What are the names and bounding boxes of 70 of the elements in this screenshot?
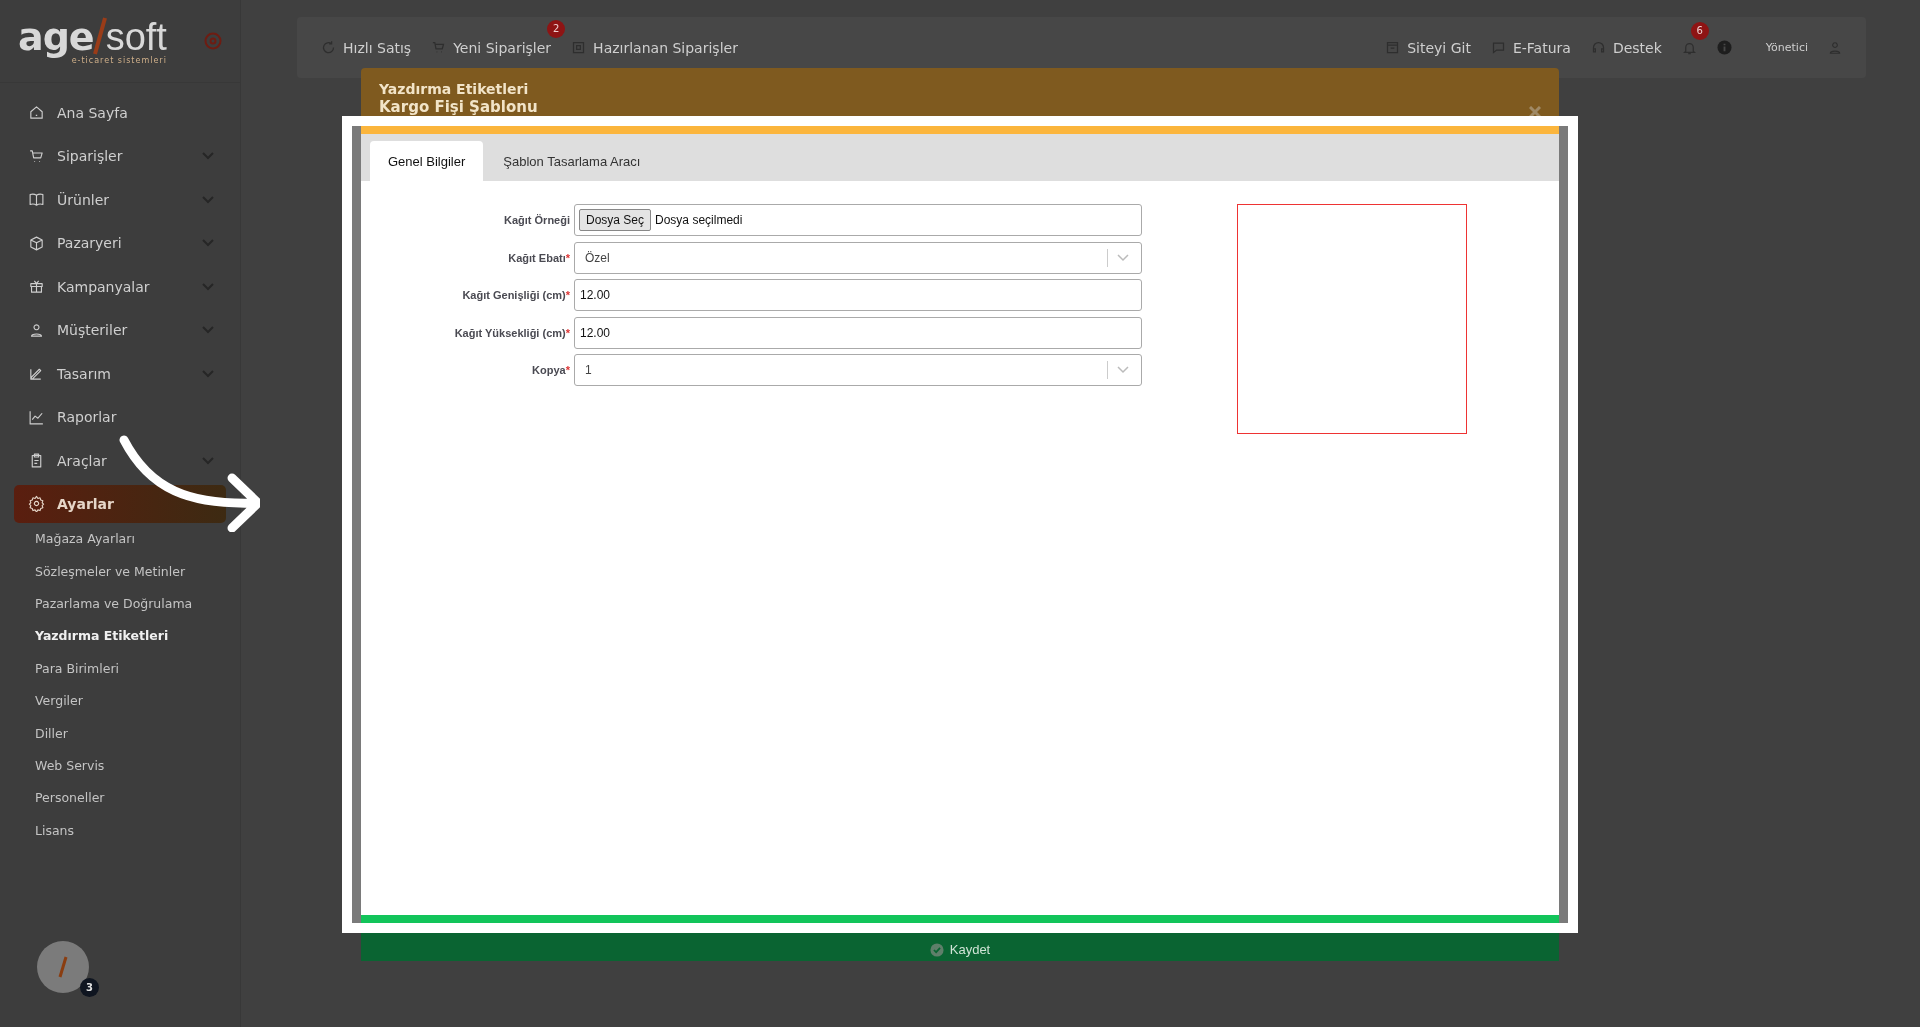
field-label: Kopya*	[531, 364, 570, 376]
chat-icon	[1490, 40, 1506, 55]
home-icon	[28, 104, 45, 122]
info-icon[interactable]	[1716, 40, 1732, 55]
sidebar-item[interactable]: Tasarım	[14, 352, 226, 396]
book-icon	[28, 191, 45, 209]
submenu-item[interactable]: Para Birimleri	[14, 652, 226, 685]
chart-icon	[28, 408, 45, 426]
link-label: E-Fatura	[1512, 39, 1571, 56]
sidebar-item[interactable]: Müşteriler	[14, 308, 226, 352]
count-badge: 3	[80, 978, 99, 997]
input-field[interactable]: 12.00	[574, 279, 1142, 311]
sidebar-item[interactable]: Kampanyalar	[14, 265, 226, 309]
modal-subtitle: Kargo Fişi Şablonu	[379, 98, 538, 117]
top-link[interactable]: Siteyi Git	[1385, 39, 1471, 56]
top-link[interactable]: Destek	[1590, 39, 1662, 56]
select-field[interactable]: Özel	[574, 241, 1142, 274]
logo[interactable]: age soft e-ticaret sistemleri	[18, 16, 167, 66]
link-label: Yeni Siparişler	[453, 39, 552, 56]
save-button[interactable]: Kaydet	[923, 940, 997, 959]
submenu-item[interactable]: Pazarlama ve Doğrulama	[14, 587, 226, 620]
chevron-icon	[1117, 366, 1129, 374]
tab[interactable]: Genel Bilgiler	[370, 141, 484, 181]
count-badge: 2	[547, 19, 566, 38]
field-label: Kağıt Yüksekliği (cm)*	[453, 326, 570, 339]
link-label: Destek	[1612, 39, 1662, 56]
cart-icon	[28, 147, 45, 165]
box-icon	[28, 234, 45, 252]
user-name[interactable]: Yönetici	[1765, 41, 1808, 54]
box-icon	[571, 40, 587, 55]
sidebar-item[interactable]: Siparişler	[14, 134, 226, 178]
sidebar-item[interactable]: Araçlar	[14, 439, 226, 483]
user-icon[interactable]	[1828, 39, 1842, 56]
cart-icon	[431, 40, 447, 55]
field-label: Kağıt Örneği	[503, 214, 570, 226]
sidebar-item[interactable]: Ayarlar	[14, 484, 226, 523]
field-label: Kağıt Ebatı*	[507, 251, 570, 264]
check-icon	[929, 942, 944, 957]
file-field[interactable]: Dosya Seç Dosya seçilmedi	[574, 204, 1142, 236]
submenu-item[interactable]: Personeller	[14, 781, 226, 814]
chevron-icon	[1117, 253, 1129, 262]
submenu-item[interactable]: Lisans	[14, 814, 226, 847]
top-link[interactable]: Hızlı Satış	[321, 39, 412, 56]
submenu-item[interactable]: Mağaza Ayarları	[14, 522, 226, 555]
gift-icon	[28, 278, 45, 296]
sidebar-item[interactable]: Raporlar	[14, 395, 226, 439]
submenu-item[interactable]: Yazdırma Etiketleri	[14, 619, 226, 653]
input-field[interactable]: 12.00	[574, 316, 1142, 349]
refresh-icon	[321, 40, 336, 55]
modal-title: Yazdırma Etiketleri	[379, 80, 530, 98]
submenu-item[interactable]: Web Servis	[14, 749, 226, 782]
target-icon[interactable]	[204, 32, 222, 50]
user-icon	[28, 321, 45, 339]
select-field[interactable]: 1	[574, 354, 1142, 386]
window-icon	[1385, 40, 1401, 55]
submenu-item[interactable]: Sözleşmeler ve Metinler	[14, 554, 226, 588]
sidebar-item[interactable]: Pazaryeri	[14, 221, 226, 265]
link-label: Siteyi Git	[1407, 39, 1471, 56]
top-link[interactable]: E-Fatura	[1490, 39, 1571, 56]
submenu-item[interactable]: Vergiler	[14, 684, 226, 717]
close-icon[interactable]	[1529, 106, 1541, 118]
gear-icon	[28, 495, 45, 512]
tab[interactable]: Şablon Tasarlama Aracı	[485, 141, 659, 181]
field-label: Kağıt Genişliği (cm)*	[461, 289, 570, 301]
sidebar-item[interactable]: Ana Sayfa	[14, 91, 226, 135]
count-badge: 6	[1690, 21, 1709, 40]
sidebar-item[interactable]: Ürünler	[14, 178, 226, 222]
submenu-item[interactable]: Diller	[14, 716, 226, 750]
link-label: Hızlı Satış	[343, 39, 412, 56]
headset-icon	[1590, 40, 1606, 55]
